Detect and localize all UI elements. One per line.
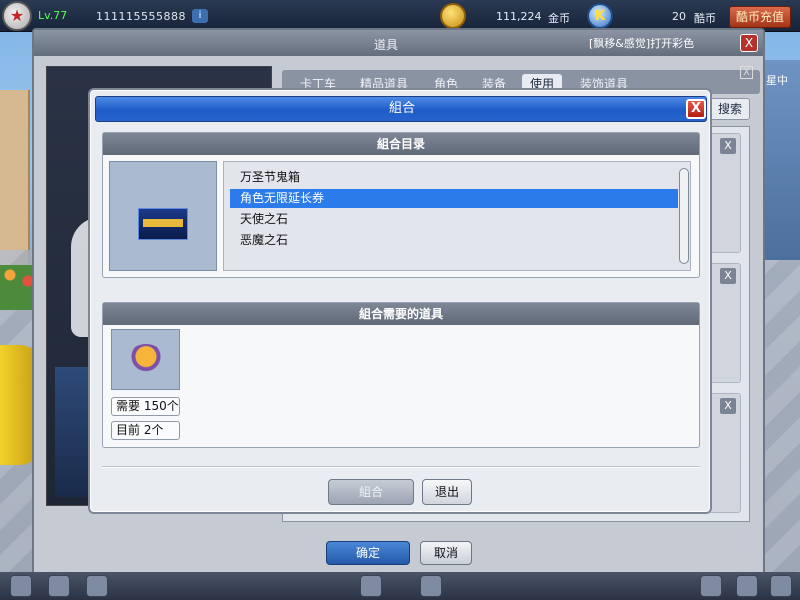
card-close-icon[interactable]: X [720, 398, 736, 414]
selected-item-preview [109, 161, 217, 271]
combine-catalog-list: 万圣节鬼箱 角色无限延长券 天使之石 恶魔之石 [223, 161, 691, 271]
bottom-toolbar [0, 572, 800, 600]
rank-emblem-icon: ★ [2, 1, 32, 31]
combine-dialog: 組合 X 組合目录 万圣节鬼箱 角色无限延长券 天使之石 恶魔之石 組合需要的道… [88, 88, 712, 514]
current-label: 目前 [116, 423, 141, 437]
side-close-icon[interactable]: X [740, 66, 753, 79]
side-label: 星中 [766, 74, 788, 87]
settings-gear-icon[interactable] [770, 575, 792, 597]
chat-message: [飘移&感觉]打开彩色 [589, 37, 695, 50]
required-items-section: 組合需要的道具 需要 150个 目前 2个 [102, 302, 700, 448]
combine-catalog-header: 組合目录 [103, 133, 699, 155]
kubi-amount: 20 [672, 10, 686, 23]
toolbar-shortcut-icon[interactable] [736, 575, 758, 597]
gold-label: 金币 [548, 12, 570, 25]
catalog-item[interactable]: 万圣节鬼箱 [230, 168, 678, 187]
gold-amount: 111,224 [496, 10, 542, 23]
candy-item-icon [128, 344, 164, 372]
character-extension-ticket-icon [138, 208, 188, 240]
required-item-slot [111, 329, 180, 390]
toolbar-shortcut-icon[interactable] [700, 575, 722, 597]
kubi-label: 酷币 [694, 12, 716, 25]
player-info-button[interactable]: i [192, 9, 208, 23]
catalog-item-selected[interactable]: 角色无限延长券 [230, 189, 678, 208]
card-close-icon[interactable]: X [720, 268, 736, 284]
kubi-coin-icon: K [587, 3, 613, 29]
recharge-button[interactable]: 酷币充值 [729, 6, 791, 28]
combine-dialog-title: 組合 [388, 101, 415, 116]
combine-button[interactable]: 組合 [328, 479, 414, 505]
search-button[interactable]: 搜索 [710, 98, 750, 120]
current-quantity: 目前 2个 [111, 421, 180, 440]
required-quantity: 需要 150个 [111, 397, 180, 416]
required-items-header: 組合需要的道具 [103, 303, 699, 325]
player-level: Lv.77 [38, 9, 68, 22]
exit-button[interactable]: 退出 [422, 479, 472, 505]
confirm-button[interactable]: 确定 [326, 541, 410, 565]
combine-catalog-section: 組合目录 万圣节鬼箱 角色无限延长券 天使之石 恶魔之石 [102, 132, 700, 278]
need-label: 需要 [116, 399, 141, 413]
dialog-divider [102, 466, 700, 468]
gold-coin-icon [440, 3, 466, 29]
toolbar-shortcut-icon[interactable] [420, 575, 442, 597]
toolbar-shortcut-icon[interactable] [86, 575, 108, 597]
catalog-item[interactable]: 恶魔之石 [230, 231, 678, 250]
item-window-title: 道具 [374, 38, 399, 52]
catalog-item[interactable]: 天使之石 [230, 210, 678, 229]
item-window-close-icon[interactable]: X [740, 34, 758, 52]
current-value: 2个 [143, 423, 164, 437]
need-value: 150个 [143, 399, 179, 413]
catalog-scrollbar[interactable] [679, 168, 689, 264]
player-id: 111115555888 [96, 10, 186, 23]
toolbar-shortcut-icon[interactable] [360, 575, 382, 597]
card-close-icon[interactable]: X [720, 138, 736, 154]
combine-titlebar: 組合 X [95, 96, 707, 122]
combine-close-icon[interactable]: X [686, 99, 706, 119]
cancel-button[interactable]: 取消 [420, 541, 472, 565]
item-window-titlebar: 道具 [飘移&感觉]打开彩色 X [34, 30, 763, 56]
toolbar-shortcut-icon[interactable] [48, 575, 70, 597]
toolbar-shortcut-icon[interactable] [10, 575, 32, 597]
